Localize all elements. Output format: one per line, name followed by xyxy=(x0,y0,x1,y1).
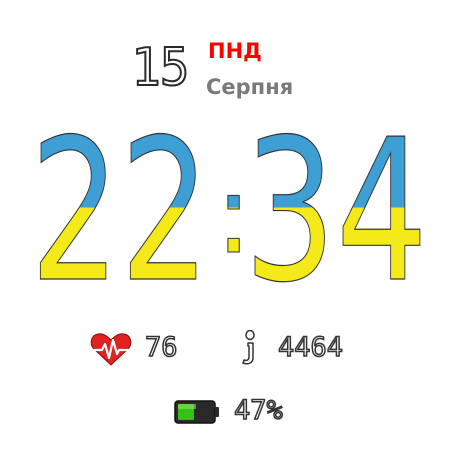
time-display: 22 : 34 xyxy=(29,97,428,326)
battery-icon xyxy=(174,400,219,424)
battery-value: 47% xyxy=(233,394,283,427)
heart-rate-value: 76 xyxy=(144,331,178,364)
time-hours: 22 xyxy=(30,98,210,326)
time-minutes: 34 xyxy=(244,98,428,326)
heart-icon xyxy=(90,333,132,366)
steps-value: 4464 xyxy=(277,331,344,364)
steps-icon xyxy=(242,330,255,365)
